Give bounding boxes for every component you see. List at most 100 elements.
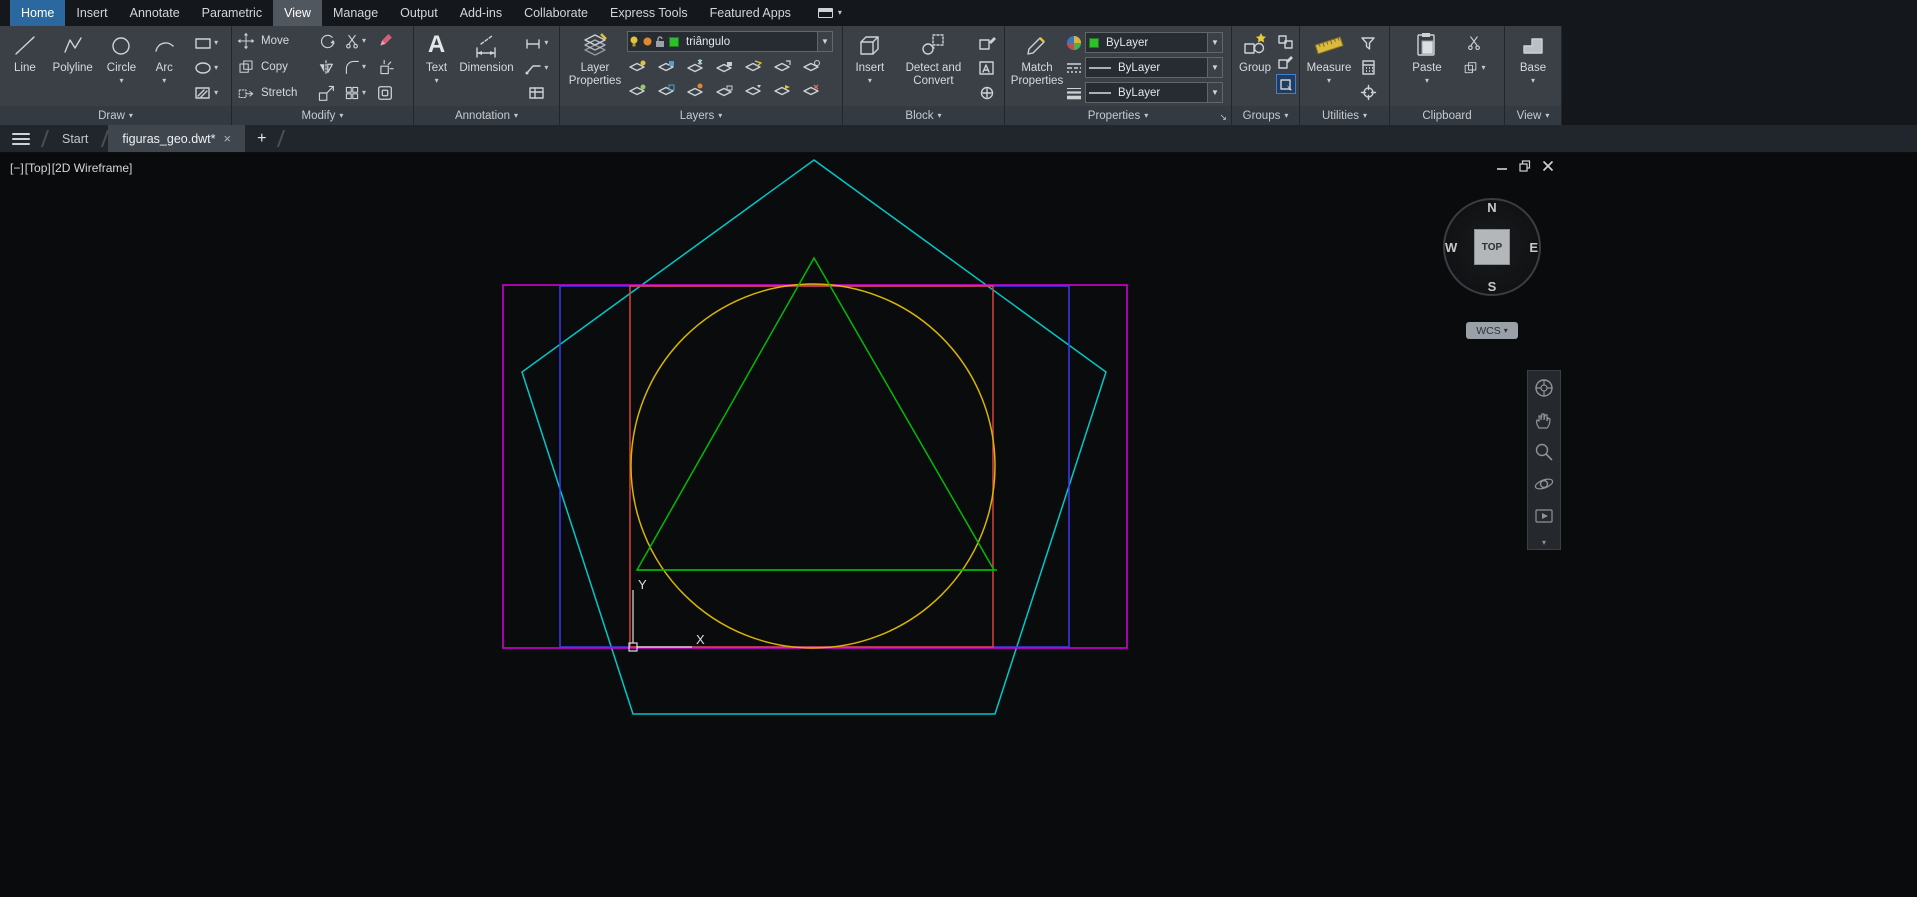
layer-unlock-button[interactable] [714, 83, 734, 99]
panel-label-groups[interactable]: Groups▾ [1232, 106, 1299, 125]
rotate-button[interactable] [313, 29, 339, 54]
insert-button[interactable]: Insert ▾ [846, 28, 894, 106]
viewport-view-control[interactable]: [Top] [25, 161, 51, 175]
viewcube[interactable]: N S W E TOP [1443, 198, 1541, 296]
layer-on-all-button[interactable] [627, 83, 647, 99]
object-color-combo[interactable]: ByLayer ▼ [1085, 32, 1223, 53]
red-rectangle[interactable] [630, 286, 993, 647]
menu-tab-addins[interactable]: Add-ins [449, 0, 513, 26]
panel-label-view[interactable]: View▾ [1505, 106, 1561, 125]
dialog-launcher-icon[interactable]: ↘ [1219, 112, 1227, 123]
panel-label-clipboard[interactable]: Clipboard [1390, 106, 1504, 125]
ribbon-display-toggle[interactable]: ▾ [818, 0, 842, 26]
layer-match-button[interactable] [743, 59, 763, 75]
new-tab-button[interactable]: + [245, 125, 278, 152]
table-button[interactable] [517, 80, 556, 105]
minimize-icon[interactable] [1496, 160, 1508, 172]
panel-label-block[interactable]: Block▾ [843, 106, 1004, 125]
measure-button[interactable]: Measure ▾ [1303, 28, 1355, 106]
viewcube-east[interactable]: E [1529, 240, 1538, 255]
viewcube-south[interactable]: S [1443, 279, 1541, 294]
layer-previous-button[interactable] [743, 83, 763, 99]
wcs-dropdown[interactable]: WCS ▾ [1466, 322, 1518, 339]
layer-state-button[interactable] [801, 59, 821, 75]
linetype-combo[interactable]: ByLayer ▼ [1085, 57, 1223, 78]
panel-label-draw[interactable]: Draw▾ [0, 106, 231, 125]
array-button[interactable]: ▾ [339, 81, 371, 106]
base-button[interactable]: Base ▾ [1509, 28, 1557, 106]
viewcube-top-face[interactable]: TOP [1474, 229, 1510, 265]
layer-freeze-button[interactable] [685, 59, 705, 75]
cut-button[interactable] [1457, 30, 1491, 55]
layer-thaw-all-button[interactable] [685, 83, 705, 99]
navigation-wheel-icon[interactable] [1533, 377, 1555, 399]
block-editor-button[interactable] [973, 30, 1001, 55]
viewcube-west[interactable]: W [1445, 240, 1457, 255]
viewport-visual-style-control[interactable]: [2D Wireframe] [52, 161, 133, 175]
pan-icon[interactable] [1533, 409, 1555, 431]
menu-tab-insert[interactable]: Insert [65, 0, 118, 26]
panel-label-utilities[interactable]: Utilities▾ [1300, 106, 1389, 125]
menu-tab-annotate[interactable]: Annotate [119, 0, 191, 26]
group-edit-button[interactable] [1275, 52, 1296, 74]
close-icon[interactable] [1542, 160, 1554, 172]
chevron-down-icon[interactable]: ▾ [1542, 539, 1546, 547]
rectangle-button[interactable]: ▾ [184, 30, 228, 55]
leader-button[interactable]: ▾ [517, 55, 556, 80]
viewport-minimize-control[interactable]: [−] [10, 161, 24, 175]
dimension-button[interactable]: Dimension [456, 28, 517, 106]
group-button[interactable]: Group [1235, 28, 1275, 106]
id-point-button[interactable] [1355, 80, 1381, 105]
lineweight-combo[interactable]: ByLayer ▼ [1085, 82, 1223, 103]
explode-button[interactable] [371, 55, 399, 80]
menu-tab-express-tools[interactable]: Express Tools [599, 0, 699, 26]
layer-unisolate-button[interactable] [656, 83, 676, 99]
show-motion-icon[interactable] [1533, 505, 1555, 527]
cyan-pentagon[interactable] [522, 160, 1106, 714]
menu-tab-collaborate[interactable]: Collaborate [513, 0, 599, 26]
menu-tab-featured-apps[interactable]: Featured Apps [699, 0, 802, 26]
trim-button[interactable]: ▾ [339, 29, 371, 54]
quick-calc-button[interactable] [1355, 55, 1381, 80]
erase-button[interactable] [371, 29, 399, 54]
move-button[interactable]: Move [235, 32, 313, 50]
menu-tab-view[interactable]: View [273, 0, 322, 26]
hatch-button[interactable]: ▾ [184, 80, 228, 105]
layer-isolate-button[interactable] [656, 59, 676, 75]
orbit-icon[interactable] [1533, 473, 1555, 495]
file-tab-active[interactable]: figuras_geo.dwt* × [108, 125, 245, 152]
menu-icon[interactable] [0, 125, 42, 152]
fillet-button[interactable]: ▾ [339, 55, 371, 80]
mirror-button[interactable] [313, 55, 339, 80]
layer-properties-button[interactable]: Layer Properties [563, 28, 627, 106]
text-button[interactable]: A Text ▾ [417, 28, 456, 106]
layer-walk-button[interactable] [772, 59, 792, 75]
menu-tab-parametric[interactable]: Parametric [191, 0, 273, 26]
panel-label-modify[interactable]: Modify▾ [232, 106, 413, 125]
ellipse-button[interactable]: ▾ [184, 55, 228, 80]
stretch-button[interactable]: Stretch [235, 84, 313, 102]
restore-icon[interactable] [1519, 160, 1531, 172]
menu-tab-output[interactable]: Output [389, 0, 449, 26]
layer-merge-button[interactable] [772, 83, 792, 99]
match-properties-button[interactable]: Match Properties [1008, 28, 1066, 106]
close-tab-icon[interactable]: × [224, 131, 232, 146]
offset-button[interactable] [371, 81, 399, 106]
file-tab-start[interactable]: Start [48, 125, 102, 152]
panel-label-layers[interactable]: Layers▾ [560, 106, 842, 125]
layer-lock-button[interactable] [714, 59, 734, 75]
line-button[interactable]: Line [3, 28, 47, 106]
block-create-button[interactable] [973, 80, 1001, 105]
layer-delete-button[interactable] [801, 83, 821, 99]
ungroup-button[interactable] [1275, 30, 1296, 52]
copy-clip-button[interactable]: ▾ [1457, 55, 1491, 80]
menu-tab-home[interactable]: Home [10, 0, 65, 26]
viewcube-north[interactable]: N [1443, 200, 1541, 215]
group-selection-toggle[interactable] [1276, 74, 1296, 94]
define-attributes-button[interactable] [973, 55, 1001, 80]
circle-button[interactable]: Circle ▾ [99, 28, 145, 106]
paste-button[interactable]: Paste ▾ [1403, 28, 1451, 106]
detect-convert-button[interactable]: Detect and Convert [894, 28, 973, 106]
layer-off-button[interactable] [627, 59, 647, 75]
yellow-circle[interactable] [631, 284, 995, 648]
